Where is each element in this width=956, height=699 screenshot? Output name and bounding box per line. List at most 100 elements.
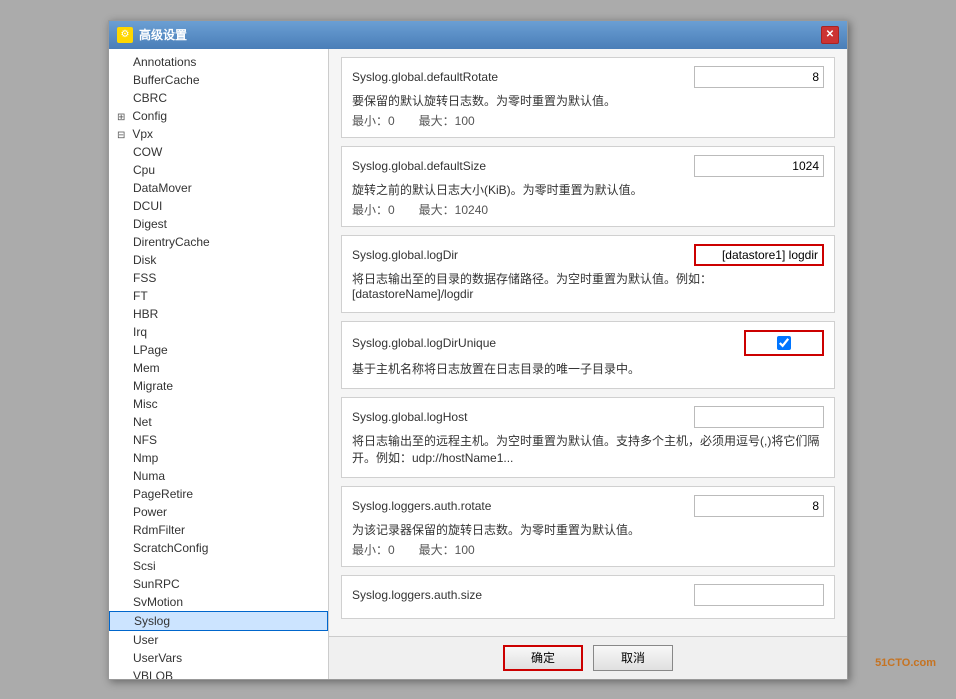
window-content: AnnotationsBufferCacheCBRC⊞ Config⊟ VpxC…	[109, 49, 847, 679]
sidebar-item-scsi[interactable]: Scsi	[109, 557, 328, 575]
sidebar-item-digest[interactable]: Digest	[109, 215, 328, 233]
sidebar-label-pageretire: PageRetire	[133, 487, 193, 501]
setting-input-defaultSize[interactable]	[694, 155, 824, 177]
ok-button[interactable]: 确定	[503, 645, 583, 671]
sidebar-label-cbrc: CBRC	[133, 91, 167, 105]
setting-block-defaultRotate: Syslog.global.defaultRotate 要保留的默认旋转日志数。为…	[341, 57, 835, 138]
advanced-settings-window: ⚙ 高级设置 ✕ Annotations BufferCache CBRC ⊞ Con…	[108, 20, 848, 680]
sidebar-item-fss[interactable]: FSS	[109, 269, 328, 287]
sidebar-label-net: Net	[133, 415, 152, 429]
sidebar-item-cbrc[interactable]: CBRC	[109, 89, 328, 107]
sidebar-item-vblob[interactable]: VBLOB	[109, 667, 328, 679]
setting-input-authRotate[interactable]	[694, 495, 824, 517]
sidebar-item-annotations[interactable]: Annotations	[109, 53, 328, 71]
sidebar-label-uservars: UserVars	[133, 651, 182, 665]
setting-name-authRotate: Syslog.loggers.auth.rotate	[352, 499, 491, 513]
sidebar-item-nmp[interactable]: Nmp	[109, 449, 328, 467]
setting-range-defaultSize: 最小：0 最大：10240	[352, 201, 824, 218]
cancel-button[interactable]: 取消	[593, 645, 673, 671]
sidebar-item-lpage[interactable]: LPage	[109, 341, 328, 359]
sidebar-item-vpx[interactable]: ⊟ Vpx	[109, 125, 328, 143]
window-icon: ⚙	[117, 27, 133, 43]
settings-area: Syslog.global.defaultRotate 要保留的默认旋转日志数。为…	[329, 49, 847, 636]
sidebar-item-irq[interactable]: Irq	[109, 323, 328, 341]
sidebar-item-nfs[interactable]: NFS	[109, 431, 328, 449]
setting-block-defaultSize: Syslog.global.defaultSize旋转之前的默认日志大小(KiB…	[341, 146, 835, 227]
bottom-bar: 确定 取消	[329, 636, 847, 679]
right-panel: Syslog.global.defaultRotate 要保留的默认旋转日志数。为…	[329, 49, 847, 679]
sidebar-item-rdmfilter[interactable]: RdmFilter	[109, 521, 328, 539]
sidebar-item-syslog[interactable]: Syslog	[109, 611, 328, 631]
setting-name-authSize: Syslog.loggers.auth.size	[352, 588, 482, 602]
sidebar-item-net[interactable]: Net	[109, 413, 328, 431]
setting-name-logHost: Syslog.global.logHost	[352, 410, 467, 424]
sidebar-item-direntrycache[interactable]: DirentryCache	[109, 233, 328, 251]
sidebar-item-sunrpc[interactable]: SunRPC	[109, 575, 328, 593]
sidebar-item-user[interactable]: User	[109, 631, 328, 649]
setting-desc-logDir: 将日志输出至的目录的数据存储路径。为空时重置为默认值。例如：[datastore…	[352, 270, 824, 301]
sidebar-label-sunrpc: SunRPC	[133, 577, 180, 591]
settings-tree: AnnotationsBufferCacheCBRC⊞ Config⊟ VpxC…	[109, 49, 329, 679]
sidebar-item-uservars[interactable]: UserVars	[109, 649, 328, 667]
setting-range-defaultRotate: 最小：0 最大：100	[352, 112, 824, 129]
sidebar-item-migrate[interactable]: Migrate	[109, 377, 328, 395]
sidebar-label-scratchconfig: ScratchConfig	[133, 541, 208, 555]
setting-header-logDir: Syslog.global.logDir	[352, 244, 824, 266]
sidebar-item-hbr[interactable]: HBR	[109, 305, 328, 323]
sidebar-item-pageretire[interactable]: PageRetire	[109, 485, 328, 503]
setting-desc-logDirUnique: 基于主机名称将日志放置在日志目录的唯一子目录中。	[352, 360, 824, 377]
setting-block-logDir: Syslog.global.logDir 将日志输出至的目录的数据存储路径。为空时…	[341, 235, 835, 313]
sidebar-item-cpu[interactable]: Cpu	[109, 161, 328, 179]
setting-input-logHost[interactable]	[694, 406, 824, 428]
expand-icon-config[interactable]: ⊞	[117, 112, 129, 123]
sidebar-item-power[interactable]: Power	[109, 503, 328, 521]
sidebar-label-misc: Misc	[133, 397, 158, 411]
sidebar-label-ft: FT	[133, 289, 148, 303]
setting-header-defaultSize: Syslog.global.defaultSize	[352, 155, 824, 177]
sidebar-label-user: User	[133, 633, 158, 647]
sidebar-label-disk: Disk	[133, 253, 156, 267]
setting-block-authRotate: Syslog.loggers.auth.rotate为该记录器保留的旋转日志数。…	[341, 486, 835, 567]
sidebar-label-migrate: Migrate	[133, 379, 173, 393]
sidebar-label-hbr: HBR	[133, 307, 158, 321]
sidebar-item-ft[interactable]: FT	[109, 287, 328, 305]
setting-desc-defaultRotate: 要保留的默认旋转日志数。为零时重置为默认值。	[352, 92, 824, 109]
setting-block-logHost: Syslog.global.logHost 将日志输出至的远程主机。为空时重置为默…	[341, 397, 835, 478]
sidebar-label-lpage: LPage	[133, 343, 168, 357]
sidebar-item-cow[interactable]: COW	[109, 143, 328, 161]
sidebar-label-svmotion: SvMotion	[133, 595, 183, 609]
sidebar-label-cpu: Cpu	[133, 163, 155, 177]
sidebar-item-svmotion[interactable]: SvMotion	[109, 593, 328, 611]
sidebar-item-misc[interactable]: Misc	[109, 395, 328, 413]
sidebar-label-rdmfilter: RdmFilter	[133, 523, 185, 537]
sidebar-item-disk[interactable]: Disk	[109, 251, 328, 269]
sidebar-label-vblob: VBLOB	[133, 669, 173, 679]
setting-header-authSize: Syslog.loggers.auth.size	[352, 584, 824, 606]
sidebar-item-datamover[interactable]: DataMover	[109, 179, 328, 197]
setting-input-logDir[interactable]	[694, 244, 824, 266]
setting-header-logDirUnique: Syslog.global.logDirUnique	[352, 330, 824, 356]
setting-block-logDirUnique: Syslog.global.logDirUnique 基于主机名称将日志放置在日志…	[341, 321, 835, 389]
sidebar-item-mem[interactable]: Mem	[109, 359, 328, 377]
setting-input-defaultRotate[interactable]	[694, 66, 824, 88]
setting-header-authRotate: Syslog.loggers.auth.rotate	[352, 495, 824, 517]
sidebar-label-annotations: Annotations	[133, 55, 196, 69]
sidebar-item-numa[interactable]: Numa	[109, 467, 328, 485]
setting-name-defaultRotate: Syslog.global.defaultRotate	[352, 70, 498, 84]
watermark: 51CTO.com	[875, 657, 936, 669]
checkbox-logDirUnique[interactable]	[777, 336, 791, 350]
sidebar-item-buffercache[interactable]: BufferCache	[109, 71, 328, 89]
sidebar-label-syslog: Syslog	[134, 614, 170, 628]
expand-icon-vpx[interactable]: ⊟	[117, 130, 129, 141]
setting-range-authRotate: 最小：0 最大：100	[352, 541, 824, 558]
sidebar-item-scratchconfig[interactable]: ScratchConfig	[109, 539, 328, 557]
sidebar-item-config[interactable]: ⊞ Config	[109, 107, 328, 125]
setting-input-authSize[interactable]	[694, 584, 824, 606]
sidebar-label-nfs: NFS	[133, 433, 157, 447]
sidebar-label-power: Power	[133, 505, 167, 519]
window-title: 高级设置	[139, 26, 187, 43]
sidebar-label-irq: Irq	[133, 325, 147, 339]
sidebar-item-dcui[interactable]: DCUI	[109, 197, 328, 215]
close-button[interactable]: ✕	[821, 26, 839, 44]
setting-desc-logHost: 将日志输出至的远程主机。为空时重置为默认值。支持多个主机，必须用逗号(,)将它们…	[352, 432, 824, 466]
